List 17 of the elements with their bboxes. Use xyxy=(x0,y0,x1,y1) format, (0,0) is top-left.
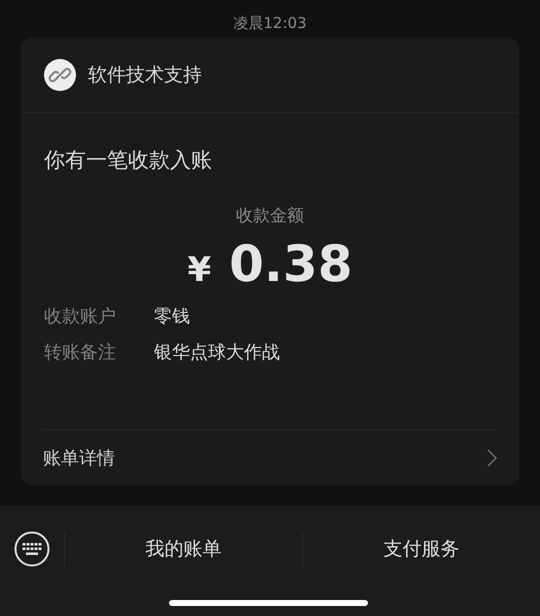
timestamp: 凌晨12:03 xyxy=(232,13,308,34)
menu-item[interactable]: 我的账单 xyxy=(65,527,302,571)
field-value: 零钱 xyxy=(154,305,190,329)
sender-name: 软件技术支持 xyxy=(88,63,202,88)
keyboard-icon xyxy=(14,531,50,567)
link-icon xyxy=(44,59,76,91)
currency-symbol: ¥ xyxy=(187,250,212,290)
field-label: 转账备注 xyxy=(44,341,116,365)
menu-item[interactable]: 支付服务 xyxy=(303,527,540,571)
keyboard-button[interactable] xyxy=(14,531,50,567)
amount-label: 收款金额 xyxy=(235,205,305,227)
field-value: 银华点球大作战 xyxy=(154,341,280,365)
amount-value: 0.38 xyxy=(229,235,353,293)
bill-details-link[interactable]: 账单详情 xyxy=(43,429,497,485)
field-label: 收款账户 xyxy=(44,305,116,329)
chevron-right-icon xyxy=(487,448,497,466)
message-title: 你有一笔收款入账 xyxy=(44,147,213,174)
